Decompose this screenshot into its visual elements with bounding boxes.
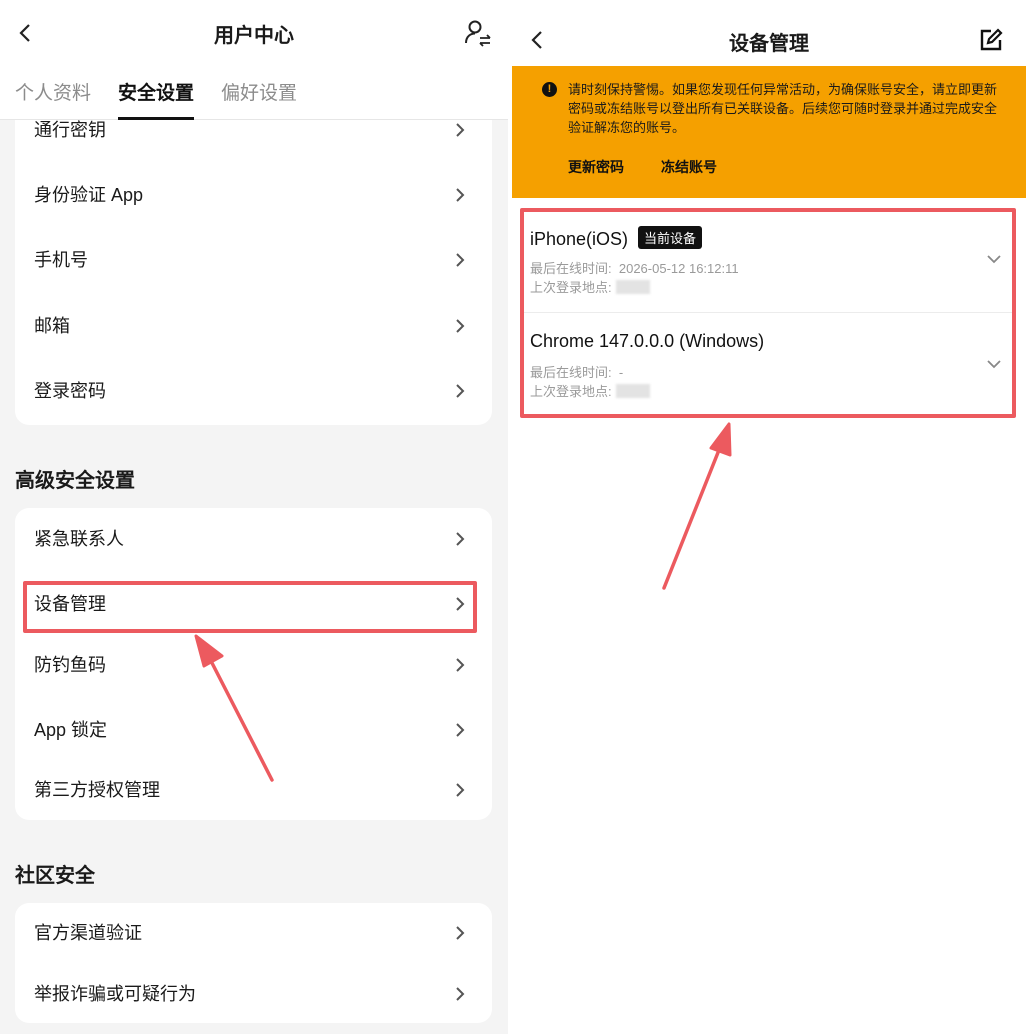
settings-row-app-lock[interactable]: App 锁定 (15, 704, 492, 756)
security-warning-banner: ! 请时刻保持警惕。如果您发现任何异常活动，为确保账号安全，请立即更新密码或冻结… (512, 66, 1026, 198)
device-management-screen: 设备管理 ! 请时刻保持警惕。如果您发现任何异常活动，为确保账号安全，请立即更新… (512, 0, 1026, 1034)
settings-row-official-verify[interactable]: 官方渠道验证 (15, 907, 492, 959)
redacted-location (615, 280, 650, 294)
tab-preferences[interactable]: 偏好设置 (221, 80, 297, 120)
top-bar: 用户中心 个人资料 安全设置 偏好设置 (0, 0, 508, 120)
chevron-down-icon[interactable] (986, 359, 1002, 369)
device-item-chrome[interactable]: Chrome 147.0.0.0 (Windows) 最后在线时间: - 上次登… (520, 313, 1020, 417)
device-name: Chrome 147.0.0.0 (Windows) (530, 331, 765, 351)
last-location-row: 上次登录地点: (530, 381, 650, 400)
last-online-value: 2026-05-12 16:12:11 (618, 261, 739, 276)
chevron-down-icon[interactable] (986, 254, 1002, 264)
chevron-right-icon (456, 188, 465, 202)
last-online-label: 最后在线时间: (530, 365, 612, 380)
row-label: 防钓鱼码 (34, 655, 106, 675)
chevron-right-icon (456, 597, 465, 611)
settings-row-device-management[interactable]: 设备管理 (15, 578, 492, 630)
row-label: 身份验证 App (34, 185, 144, 205)
chevron-right-icon (456, 926, 465, 940)
chevron-right-icon (456, 783, 465, 797)
settings-tabs: 个人资料 安全设置 偏好设置 (0, 80, 508, 120)
user-center-screen: 通行密钥 身份验证 App 手机号 邮箱 登录密码 用户中心 个人资料 安全设置… (0, 0, 508, 1034)
device-name: iPhone(iOS) 当前设备 (530, 226, 703, 250)
last-location-label: 上次登录地点: (530, 384, 612, 399)
chevron-right-icon (456, 723, 465, 737)
settings-row-anti-phishing[interactable]: 防钓鱼码 (15, 639, 492, 691)
last-location-label: 上次登录地点: (530, 280, 612, 295)
last-online-label: 最后在线时间: (530, 261, 612, 276)
row-label: 登录密码 (34, 381, 106, 401)
warning-icon: ! (542, 82, 557, 97)
row-label: 手机号 (34, 250, 88, 270)
banner-message: 请时刻保持警惕。如果您发现任何异常活动，为确保账号安全，请立即更新密码或冻结账号… (568, 82, 998, 135)
tab-profile[interactable]: 个人资料 (15, 80, 91, 120)
update-password-link[interactable]: 更新密码 (568, 157, 624, 177)
row-label: 设备管理 (34, 594, 106, 614)
chevron-right-icon (456, 658, 465, 672)
last-location-row: 上次登录地点: (530, 277, 650, 296)
tab-security[interactable]: 安全设置 (118, 80, 195, 120)
community-security-card: 官方渠道验证 举报诈骗或可疑行为 (15, 903, 492, 1023)
section-title-community: 社区安全 (15, 865, 95, 887)
redacted-location (615, 384, 650, 398)
basic-security-card: 通行密钥 身份验证 App 手机号 邮箱 登录密码 (15, 100, 492, 425)
advanced-security-card: 紧急联系人 设备管理 防钓鱼码 App 锁定 第三方授权管理 (15, 508, 492, 820)
chevron-right-icon (456, 384, 465, 398)
page-title: 设备管理 (729, 33, 809, 55)
freeze-account-link[interactable]: 冻结账号 (661, 157, 717, 177)
chevron-right-icon (456, 123, 465, 137)
row-label: 官方渠道验证 (34, 923, 142, 943)
last-online-row: 最后在线时间: 2026-05-12 16:12:11 (530, 258, 739, 277)
chevron-right-icon (456, 253, 465, 267)
row-label: 举报诈骗或可疑行为 (34, 984, 196, 1004)
chevron-right-icon (456, 319, 465, 333)
row-label: 紧急联系人 (34, 529, 124, 549)
row-label: App 锁定 (34, 720, 108, 740)
settings-row-phone[interactable]: 手机号 (15, 234, 492, 286)
row-label: 邮箱 (34, 316, 70, 336)
current-device-badge: 当前设备 (638, 226, 703, 249)
section-title-advanced: 高级安全设置 (15, 470, 135, 492)
page-title: 用户中心 (214, 25, 294, 47)
user-switch-icon[interactable] (462, 18, 494, 50)
settings-row-email[interactable]: 邮箱 (15, 300, 492, 352)
chevron-right-icon (456, 987, 465, 1001)
row-label: 第三方授权管理 (34, 780, 160, 800)
settings-row-authenticator[interactable]: 身份验证 App (15, 169, 492, 221)
settings-row-report-fraud[interactable]: 举报诈骗或可疑行为 (15, 968, 492, 1020)
settings-row-login-password[interactable]: 登录密码 (15, 365, 492, 417)
last-online-row: 最后在线时间: - (530, 362, 623, 381)
last-online-value: - (618, 365, 624, 380)
chevron-right-icon (456, 532, 465, 546)
device-item-current[interactable]: iPhone(iOS) 当前设备 最后在线时间: 2026-05-12 16:12… (520, 208, 1020, 312)
edit-icon[interactable] (978, 27, 1004, 53)
settings-row-emergency-contact[interactable]: 紧急联系人 (15, 513, 492, 565)
settings-row-third-party-auth[interactable]: 第三方授权管理 (15, 764, 492, 816)
device-name-text: iPhone(iOS) (530, 229, 629, 249)
